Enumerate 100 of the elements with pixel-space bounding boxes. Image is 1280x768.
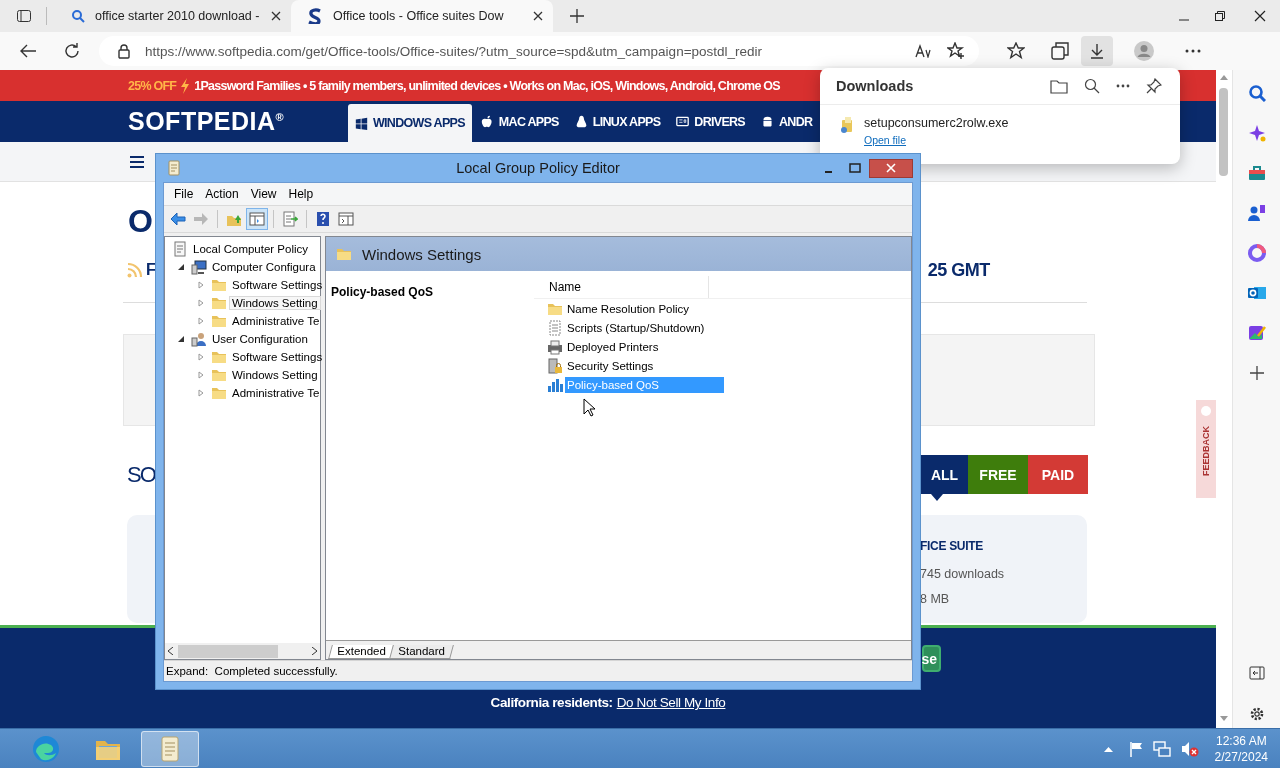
list-item[interactable]: Deployed Printers bbox=[565, 338, 724, 355]
folder-icon[interactable] bbox=[1050, 78, 1068, 94]
tree-item[interactable]: Software Settings bbox=[229, 350, 326, 364]
close-icon[interactable] bbox=[1254, 10, 1266, 22]
apple-icon bbox=[480, 115, 494, 128]
tree-item[interactable]: Administrative Te bbox=[229, 386, 323, 400]
scroll-right-icon[interactable] bbox=[312, 647, 317, 655]
windows-icon bbox=[355, 116, 368, 130]
back-icon[interactable] bbox=[19, 43, 37, 59]
filter-tab[interactable]: FREE bbox=[968, 455, 1028, 494]
clock[interactable]: 12:36 AM 2/27/2024 bbox=[1214, 732, 1280, 765]
flyout-title: Downloads bbox=[836, 78, 915, 94]
site-logo[interactable]: SOFTPEDIA$^{®}$ bbox=[128, 107, 348, 136]
maximize-icon[interactable] bbox=[849, 163, 861, 173]
read-aloud-icon[interactable] bbox=[915, 44, 933, 58]
mail-app-icon[interactable] bbox=[1247, 284, 1266, 302]
privacy-link[interactable]: Do Not Sell My Info bbox=[616, 695, 726, 710]
scroll-left-icon[interactable] bbox=[168, 647, 173, 655]
people-icon[interactable] bbox=[1247, 204, 1266, 222]
browser-tab[interactable]: Office tools - Office suites Dow bbox=[291, 0, 553, 32]
search-icon[interactable] bbox=[1084, 78, 1100, 94]
collections-icon[interactable] bbox=[1051, 42, 1069, 60]
pin-icon[interactable] bbox=[1146, 78, 1162, 94]
scrollbar-thumb[interactable] bbox=[1219, 88, 1228, 176]
menu-item[interactable]: View bbox=[244, 187, 283, 201]
printer-icon bbox=[547, 338, 563, 355]
scroll-down-icon[interactable] bbox=[1220, 716, 1228, 721]
toolbox-icon[interactable] bbox=[1247, 164, 1266, 182]
tree-button[interactable] bbox=[246, 208, 268, 230]
tree-item[interactable]: Software Settings bbox=[229, 278, 326, 292]
drivers-icon bbox=[676, 115, 690, 128]
taskbar-app[interactable] bbox=[141, 730, 199, 767]
add-favorite-icon[interactable] bbox=[947, 42, 965, 60]
add-icon[interactable] bbox=[1247, 364, 1266, 382]
tree-item[interactable]: Administrative Te bbox=[229, 314, 323, 328]
update-time: 25 GMT bbox=[927, 259, 990, 281]
scroll-icon bbox=[167, 160, 181, 176]
network-icon[interactable] bbox=[1152, 740, 1171, 757]
close-icon[interactable] bbox=[271, 11, 281, 21]
menu-item[interactable]: File bbox=[168, 187, 200, 201]
view-tab[interactable]: Extended bbox=[328, 645, 395, 659]
nav-tab[interactable]: DRIVERS bbox=[669, 104, 752, 139]
menu-icon[interactable] bbox=[130, 155, 144, 168]
s-logo-icon bbox=[307, 8, 323, 24]
show-hidden-icon[interactable] bbox=[1103, 745, 1113, 752]
sidebar-toggle-icon[interactable] bbox=[1248, 666, 1265, 680]
filter-tab[interactable]: PAID bbox=[1028, 455, 1088, 494]
reload-icon[interactable] bbox=[63, 42, 81, 60]
more-icon[interactable] bbox=[1116, 84, 1130, 88]
favorites-icon[interactable] bbox=[1007, 42, 1025, 60]
browser-tab[interactable]: office starter 2010 download - bbox=[55, 0, 291, 32]
profile-icon[interactable] bbox=[1133, 40, 1155, 62]
bar-chart-icon bbox=[547, 376, 563, 393]
file-name: setupconsumerc2rolw.exe bbox=[864, 116, 1009, 130]
folder-icon bbox=[211, 313, 227, 329]
column-header[interactable]: Name bbox=[534, 276, 709, 298]
more-icon[interactable] bbox=[1185, 49, 1201, 53]
menu-item[interactable]: Action bbox=[199, 187, 245, 201]
download-count: 745 downloads bbox=[920, 567, 1006, 581]
new-tab-icon[interactable] bbox=[569, 8, 585, 24]
section-title: SO bbox=[127, 461, 153, 488]
close-button[interactable] bbox=[869, 158, 913, 178]
feedback-tab[interactable]: FEEDBACK bbox=[1196, 400, 1216, 498]
nav-tab[interactable]: LINUX APPS bbox=[567, 104, 668, 139]
tree-item[interactable]: Local Computer Policy bbox=[190, 242, 312, 256]
android-icon bbox=[761, 115, 774, 128]
tab-actions-icon[interactable] bbox=[16, 8, 32, 24]
scroll-up-icon[interactable] bbox=[1220, 75, 1228, 80]
view-tab[interactable]: Standard bbox=[388, 645, 454, 659]
folder-icon bbox=[336, 246, 352, 262]
restore-icon[interactable] bbox=[1214, 10, 1226, 22]
folder-icon bbox=[211, 277, 227, 293]
lock-server-icon bbox=[547, 357, 563, 374]
nav-tab[interactable]: ANDR bbox=[754, 104, 820, 139]
settings-icon[interactable] bbox=[1248, 706, 1265, 722]
footer-button[interactable]: se bbox=[922, 645, 941, 672]
list-item[interactable]: Scripts (Startup/Shutdown) bbox=[565, 319, 724, 336]
list-item[interactable]: Security Settings bbox=[565, 357, 724, 374]
tree-item[interactable]: Windows Setting bbox=[229, 296, 321, 310]
open-file-link[interactable]: Open file bbox=[864, 134, 907, 146]
search-icon[interactable] bbox=[1247, 84, 1266, 102]
folder-icon bbox=[211, 295, 227, 311]
volume-muted-icon[interactable] bbox=[1180, 740, 1199, 757]
address-field[interactable]: https://www.softpedia.com/get/Office-tools/Office-suites/?utm_source=spd&utm_campaign=postdl_redir bbox=[99, 36, 979, 66]
flag-icon[interactable] bbox=[1128, 740, 1143, 757]
nav-tab[interactable]: WINDOWS APPS bbox=[348, 104, 472, 142]
close-icon[interactable] bbox=[533, 11, 543, 21]
menu-item[interactable]: Help bbox=[282, 187, 320, 201]
tree-item[interactable]: Windows Setting bbox=[229, 368, 321, 382]
list-item[interactable]: Name Resolution Policy bbox=[565, 300, 724, 317]
tree-item[interactable]: Computer Configura bbox=[209, 260, 319, 274]
tree-item[interactable]: User Configuration bbox=[209, 332, 311, 346]
expand-arrow-icon[interactable] bbox=[177, 335, 185, 343]
expand-arrow-icon[interactable] bbox=[177, 263, 185, 271]
scrollbar-thumb[interactable] bbox=[178, 644, 278, 658]
folder-icon bbox=[211, 385, 227, 401]
downloads-button[interactable] bbox=[1081, 36, 1113, 66]
image-editor-icon[interactable] bbox=[1247, 324, 1266, 342]
nav-tab[interactable]: MAC APPS bbox=[473, 104, 566, 139]
help-icon bbox=[315, 211, 331, 227]
